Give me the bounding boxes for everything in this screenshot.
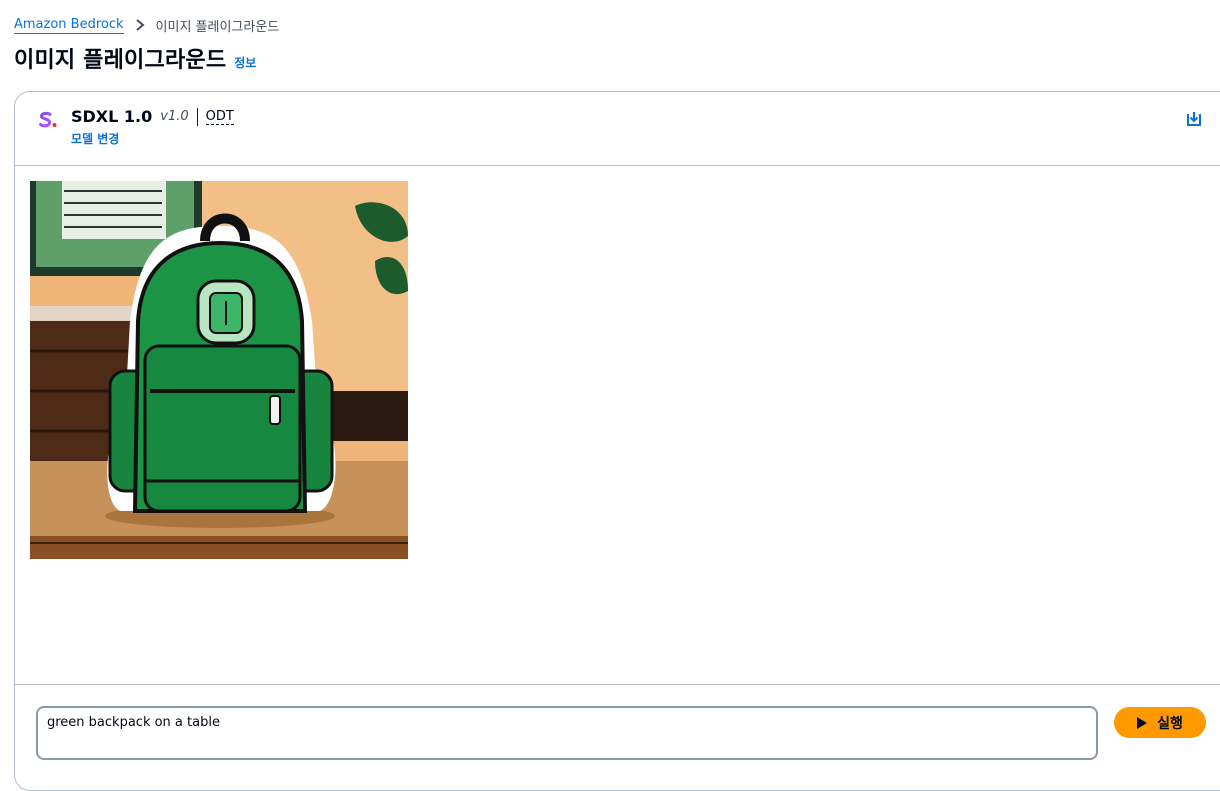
chevron-right-icon — [135, 19, 145, 31]
model-header: SDXL 1.0 v1.0 ODT 모델 변경 — [15, 92, 1220, 166]
model-name: SDXL 1.0 — [71, 107, 153, 126]
generated-image[interactable] — [30, 181, 408, 559]
model-info: SDXL 1.0 v1.0 ODT — [71, 107, 234, 126]
info-link[interactable]: 정보 — [234, 54, 256, 71]
prompt-section: green backpack on a table 실행 — [15, 685, 1220, 785]
breadcrumb: Amazon Bedrock 이미지 플레이그라운드 — [14, 14, 279, 36]
page-header: 이미지 플레이그라운드 정보 — [14, 42, 256, 74]
divider — [196, 107, 198, 126]
play-icon — [1137, 716, 1148, 729]
prompt-input[interactable]: green backpack on a table — [36, 706, 1098, 760]
playground-panel: SDXL 1.0 v1.0 ODT 모델 변경 green backpack o… — [14, 91, 1220, 791]
model-version: v1.0 — [160, 109, 189, 124]
page-title: 이미지 플레이그라운드 — [14, 48, 227, 73]
download-icon[interactable] — [1185, 110, 1203, 128]
image-output-area — [15, 166, 1220, 685]
run-button[interactable]: 실행 — [1114, 707, 1206, 738]
model-logo-icon — [39, 111, 57, 128]
model-mode-odt[interactable]: ODT — [205, 109, 234, 125]
breadcrumb-amazon-bedrock-link[interactable]: Amazon Bedrock — [14, 17, 124, 34]
breadcrumb-current: 이미지 플레이그라운드 — [155, 19, 280, 35]
run-button-label: 실행 — [1157, 715, 1183, 732]
change-model-link[interactable]: 모델 변경 — [71, 130, 119, 147]
